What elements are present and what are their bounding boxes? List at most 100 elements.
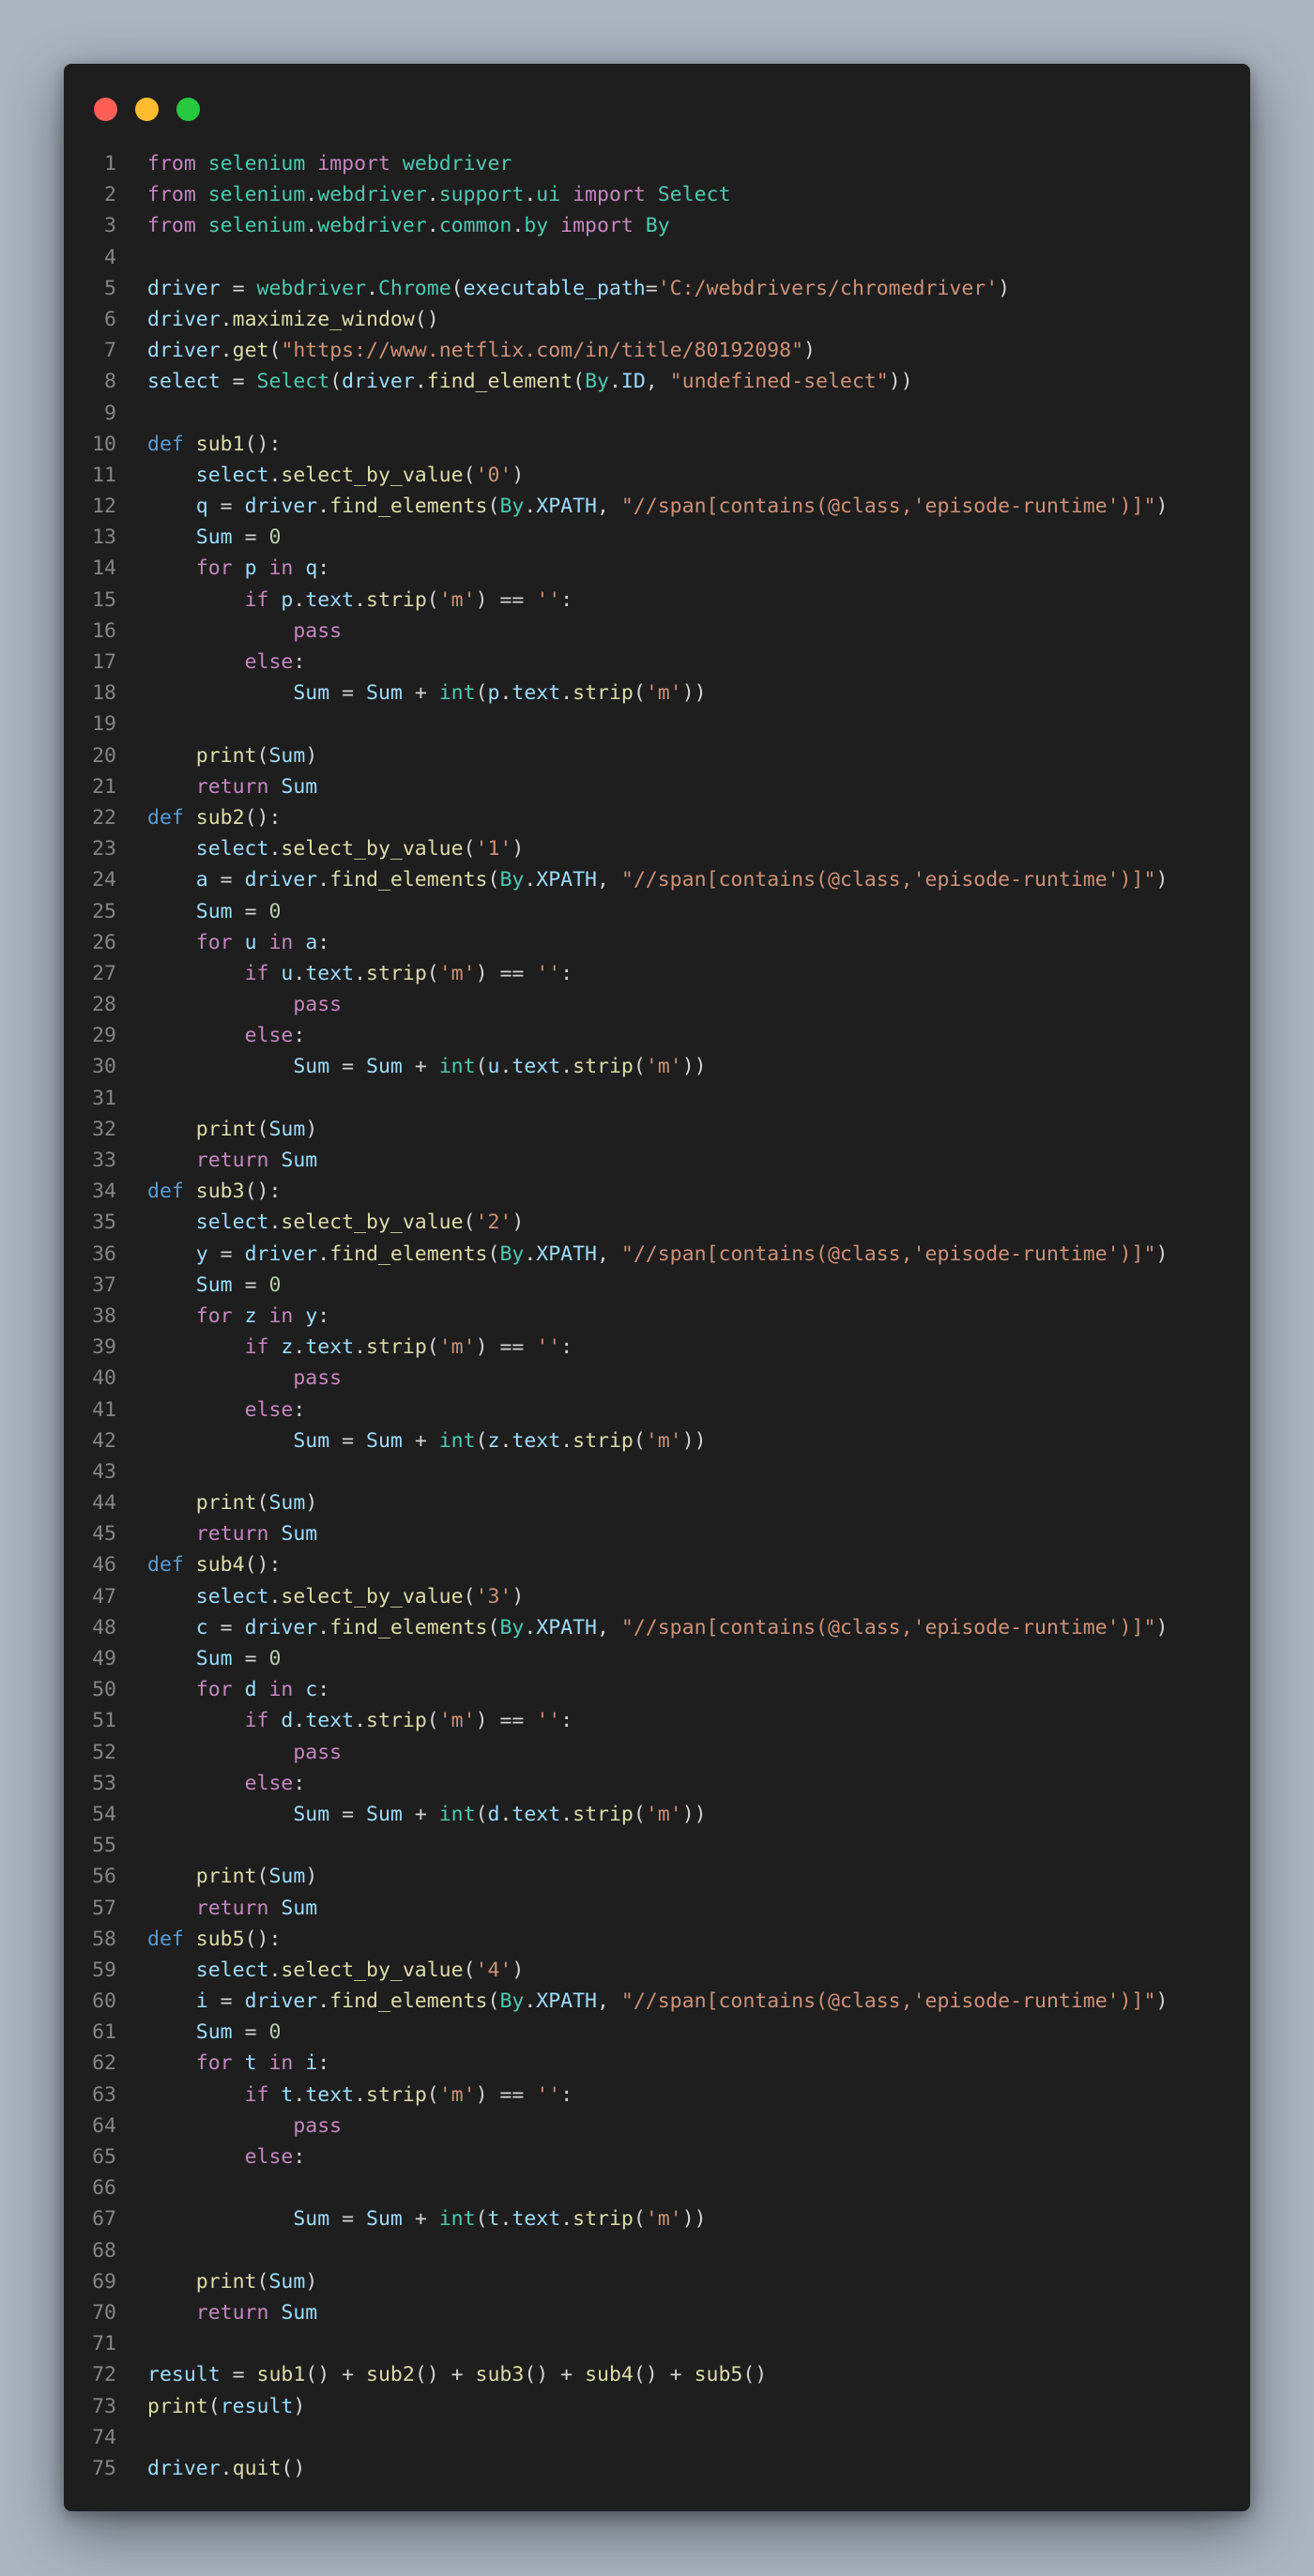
- code-token: d: [487, 1802, 500, 1826]
- maximize-button[interactable]: [176, 98, 200, 121]
- code-token: in: [268, 2051, 294, 2076]
- code-token: select_by_value: [281, 1958, 464, 1982]
- code-token: By: [645, 214, 670, 238]
- line-number: 1: [104, 152, 116, 175]
- code-token: maximize_window: [232, 307, 415, 331]
- code-token: .: [268, 1211, 282, 1235]
- code-text: return Sum: [147, 2301, 317, 2324]
- code-token: Sum: [293, 2207, 330, 2232]
- code-token: (): [281, 2456, 306, 2480]
- code-token: get: [232, 339, 269, 363]
- code-text: for d in c:: [147, 1678, 329, 1701]
- code-token: .: [317, 1242, 330, 1266]
- code-token: .: [560, 681, 573, 706]
- code-token: =: [232, 1647, 269, 1670]
- line-number: 40: [92, 1366, 116, 1391]
- code-text: print(Sum): [147, 1118, 317, 1141]
- code-token: "//span[contains(@class,'episode-runtime…: [620, 495, 1156, 519]
- code-token: text: [512, 681, 561, 706]
- line-number: 53: [92, 1771, 116, 1795]
- code-text: else:: [147, 650, 306, 674]
- code-line: 61 Sum = 0: [64, 2017, 1250, 2048]
- code-token: ): [305, 2269, 318, 2294]
- minimize-button[interactable]: [135, 98, 159, 121]
- code-token: )): [888, 370, 913, 394]
- code-text: else:: [147, 1024, 306, 1048]
- code-token: By: [499, 1615, 525, 1639]
- code-token: ): [1155, 495, 1169, 519]
- code-token: text: [512, 1055, 561, 1079]
- code-text: Sum = 0: [147, 2020, 282, 2045]
- code-token: .: [499, 1428, 512, 1453]
- code-token: .: [560, 1802, 573, 1826]
- code-text: y = driver.find_elements(By.XPATH, "//sp…: [147, 1242, 1169, 1266]
- code-token: .: [524, 495, 537, 519]
- code-token: 'm': [438, 587, 476, 612]
- code-token: pass: [293, 1366, 343, 1391]
- code-token: text: [512, 1802, 561, 1826]
- code-line: 75 driver.quit(): [64, 2453, 1250, 2484]
- code-token: .: [426, 183, 439, 207]
- code-token: u: [244, 930, 257, 954]
- code-token: t: [281, 2082, 294, 2107]
- code-text: a = driver.find_elements(By.XPATH, "//sp…: [147, 868, 1169, 892]
- code-token: ID: [620, 370, 646, 394]
- code-line: 19: [64, 709, 1250, 739]
- code-token: +: [402, 681, 439, 706]
- code-line: 59 select.select_by_value('4'): [64, 1955, 1250, 1986]
- line-number: 69: [92, 2269, 116, 2294]
- code-token: .: [414, 370, 427, 394]
- code-token: sub2: [366, 2363, 415, 2387]
- code-token: find_elements: [329, 495, 488, 519]
- code-token: ): [512, 1211, 525, 1235]
- code-line: 14 for p in q:: [64, 553, 1250, 584]
- code-token: ():: [244, 805, 282, 830]
- code-token: () +: [633, 2363, 695, 2387]
- code-line: 54 Sum = Sum + int(d.text.strip('m')): [64, 1799, 1250, 1830]
- code-token: else: [244, 650, 294, 674]
- code-token: By: [499, 1989, 525, 2014]
- code-token: driver: [147, 2456, 221, 2480]
- code-token: (: [463, 1958, 476, 1982]
- code-token: :: [293, 1024, 306, 1048]
- line-number: 57: [92, 1896, 116, 1920]
- code-editor[interactable]: 1 from selenium import webdriver 2 from sel…: [64, 148, 1250, 2484]
- code-token: pass: [293, 618, 343, 643]
- code-token: strip: [366, 961, 427, 985]
- code-line: 27 if u.text.strip('m') == '':: [64, 958, 1250, 989]
- code-token: (: [633, 681, 646, 706]
- code-token: =: [232, 2020, 269, 2045]
- code-token: sub2: [195, 805, 245, 830]
- code-token: else: [244, 1024, 294, 1048]
- code-token: =: [232, 899, 269, 923]
- code-token: 'm': [438, 2082, 476, 2107]
- code-line: 23 select.select_by_value('1'): [64, 833, 1250, 864]
- code-token: .: [268, 1584, 282, 1608]
- code-line: 40 pass: [64, 1363, 1250, 1394]
- code-token: "https://www.netflix.com/in/title/801920…: [281, 339, 804, 363]
- code-text: select.select_by_value('2'): [147, 1211, 525, 1235]
- code-text: Sum = Sum + int(u.text.strip('m')): [147, 1055, 706, 1079]
- close-button[interactable]: [94, 98, 117, 121]
- code-token: .: [293, 1709, 306, 1733]
- code-token: ():: [244, 432, 282, 456]
- code-text: for p in q:: [147, 556, 329, 580]
- code-line: 41 else:: [64, 1395, 1250, 1425]
- code-text: Sum = 0: [147, 899, 282, 923]
- code-token: if: [244, 1335, 269, 1360]
- code-line: 7 driver.get("https://www.netflix.com/in/…: [64, 335, 1250, 366]
- line-number: 58: [92, 1927, 116, 1951]
- code-token: '0': [475, 463, 512, 487]
- code-token: text: [305, 1335, 355, 1360]
- code-token: find_elements: [329, 868, 488, 892]
